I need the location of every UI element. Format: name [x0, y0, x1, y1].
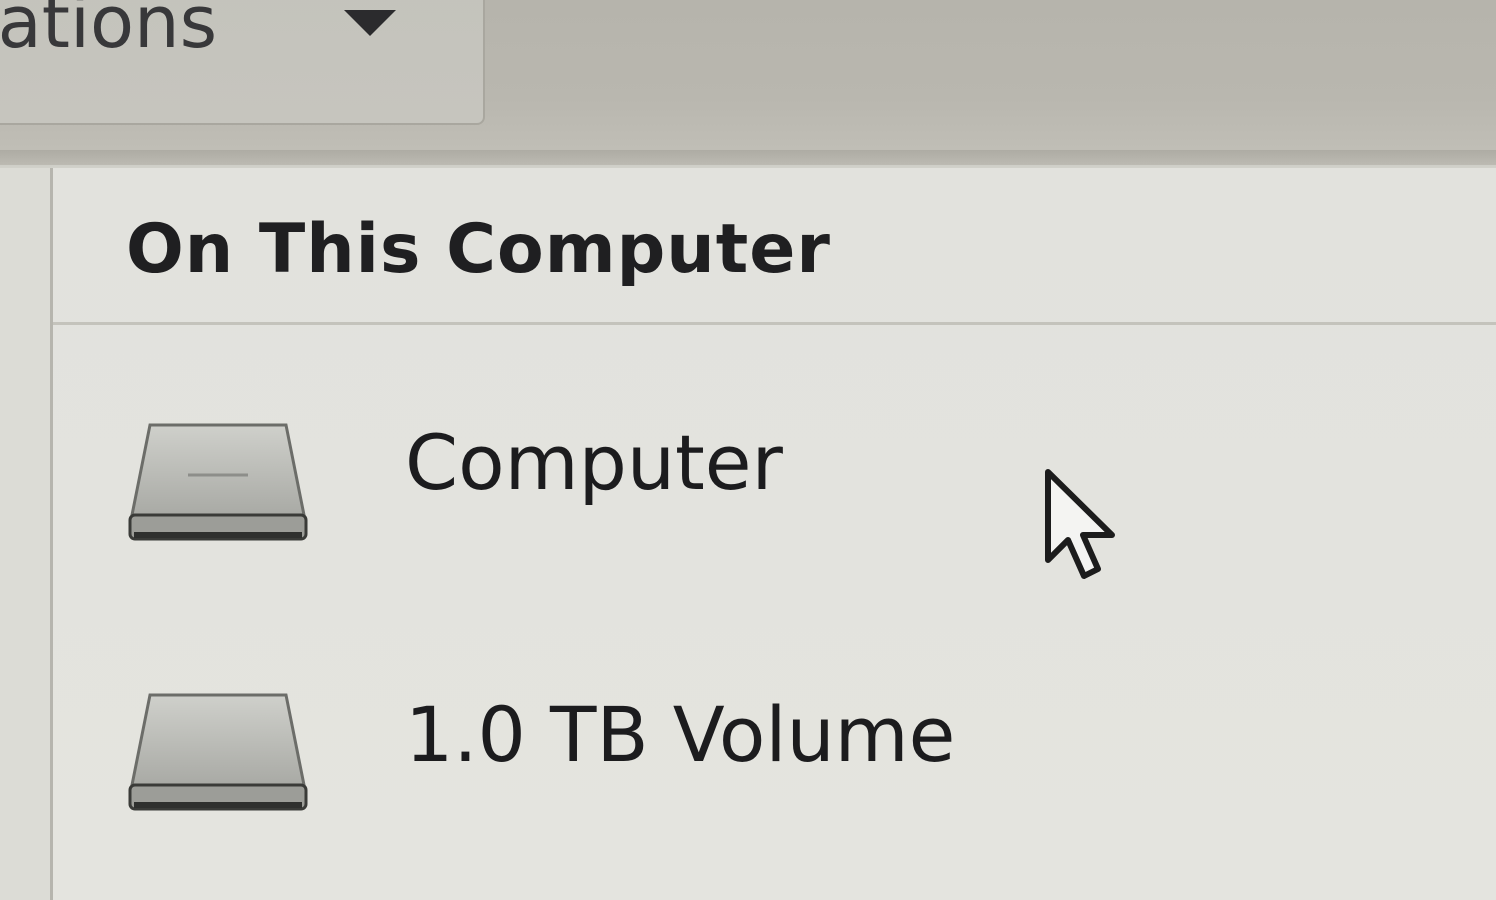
mouse-pointer-icon — [1045, 469, 1115, 579]
list-item-computer[interactable]: Computer — [53, 385, 1496, 585]
section-divider — [53, 322, 1496, 325]
item-label: Computer — [405, 418, 783, 507]
drive-icon — [128, 693, 308, 811]
item-label: 1.0 TB Volume — [405, 690, 956, 779]
locations-button[interactable]: cations — [0, 0, 485, 125]
list-item-volume[interactable]: 1.0 TB Volume — [53, 655, 1496, 855]
triangle-down-icon[interactable] — [344, 10, 396, 36]
section-title: On This Computer — [126, 210, 831, 289]
drive-icon — [128, 423, 308, 541]
locations-label: cations — [0, 0, 218, 64]
